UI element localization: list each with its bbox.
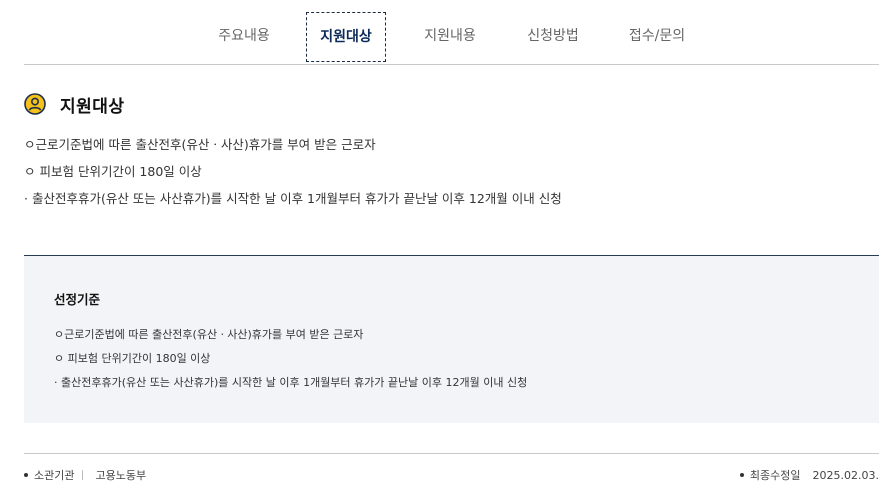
criteria-line: ㅇ근로기준법에 따른 출산전후(유산ㆍ사산)휴가를 부여 받은 근로자 — [54, 328, 364, 341]
person-circle-icon — [24, 93, 46, 115]
section-title: 지원대상 — [60, 96, 125, 117]
agency-info: 소관기관 고용노동부 — [24, 467, 146, 483]
footer-divider — [24, 453, 879, 454]
criteria-box: 선정기준 ㅇ근로기준법에 따른 출산전후(유산ㆍ사산)휴가를 부여 받은 근로자… — [24, 255, 879, 423]
eligibility-line: ㅇ 피보험 단위기간이 180일 이상 — [24, 164, 202, 179]
bullet-icon — [24, 473, 28, 477]
tab-support-details[interactable]: 지원내용 — [414, 12, 486, 62]
tab-bar: 주요내용 지원대상 지원내용 신청방법 접수/문의 — [0, 0, 894, 64]
section-header: 지원대상 — [24, 92, 125, 117]
bullet-icon — [739, 473, 744, 477]
criteria-line: · 출산전후휴가(유산 또는 사산휴가)를 시작한 날 이후 1개월부터 휴가가… — [54, 376, 528, 389]
agency-label: 소관기관 — [34, 469, 75, 482]
tab-contact[interactable]: 접수/문의 — [618, 12, 696, 62]
separator — [82, 470, 84, 480]
tab-divider — [24, 64, 879, 65]
tab-eligibility[interactable]: 지원대상 — [306, 12, 386, 62]
criteria-line: ㅇ 피보험 단위기간이 180일 이상 — [54, 352, 211, 365]
updated-value: 2025.02.03. — [812, 468, 879, 482]
eligibility-line: ㅇ근로기준법에 따른 출산전후(유산ㆍ사산)휴가를 부여 받은 근로자 — [24, 137, 376, 152]
tab-how-to-apply[interactable]: 신청방법 — [517, 12, 589, 62]
eligibility-line: · 출산전후휴가(유산 또는 사산휴가)를 시작한 날 이후 1개월부터 휴가가… — [24, 191, 562, 206]
criteria-title: 선정기준 — [54, 292, 101, 307]
footer: 소관기관 고용노동부 최종수정일 2025.02.03. — [24, 467, 879, 485]
tab-main-content[interactable]: 주요내용 — [208, 12, 280, 62]
agency-value: 고용노동부 — [95, 469, 147, 482]
updated-info: 최종수정일 2025.02.03. — [739, 467, 879, 483]
updated-label: 최종수정일 — [749, 469, 801, 482]
